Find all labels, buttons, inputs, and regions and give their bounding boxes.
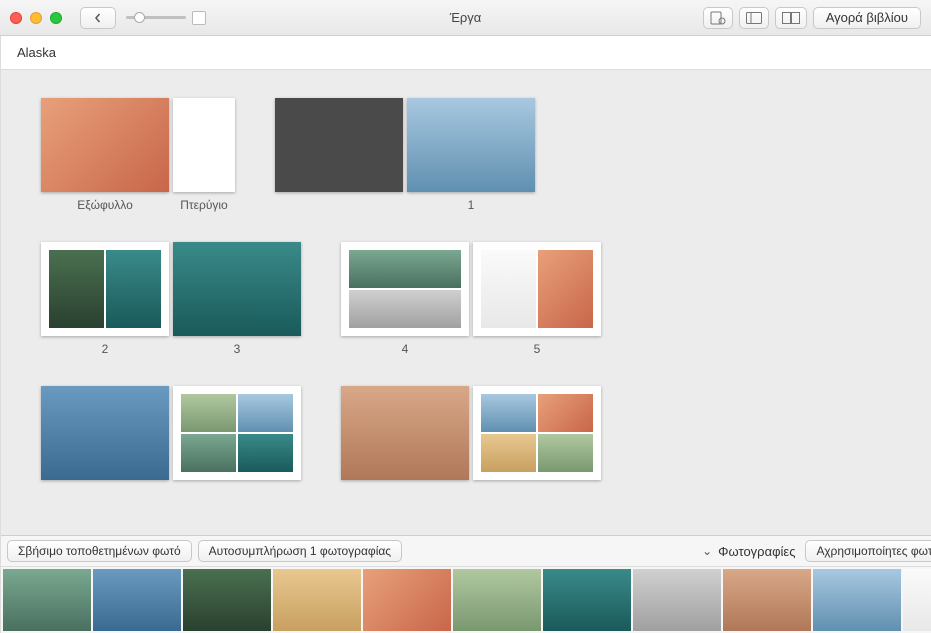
page-7[interactable] [173, 386, 301, 480]
spread-4-5[interactable]: 45 [341, 242, 601, 356]
tray-thumb[interactable] [543, 569, 631, 631]
page-5[interactable] [473, 242, 601, 336]
autofill-button[interactable]: Αυτοσυμπλήρωση 1 φωτογραφίας [198, 540, 402, 562]
page-4[interactable] [341, 242, 469, 336]
tray-thumb[interactable] [93, 569, 181, 631]
tray-thumb[interactable] [633, 569, 721, 631]
tray-thumb[interactable] [453, 569, 541, 631]
project-title: Alaska [17, 45, 56, 60]
page-8[interactable] [341, 386, 469, 480]
content-header: Alaska 22 σελίδες – $52.97 [1, 36, 931, 70]
photo-tray: Σβήσιμο τοποθετημένων φωτό Αυτοσυμπλήρωσ… [1, 535, 931, 633]
layout-split-button[interactable] [739, 7, 769, 29]
tray-thumb[interactable] [363, 569, 451, 631]
page-9[interactable] [473, 386, 601, 480]
page-cover[interactable] [41, 98, 169, 192]
page-flap[interactable] [173, 98, 235, 192]
page-label-1: 1 [407, 198, 535, 212]
page-settings-button[interactable] [703, 7, 733, 29]
page-label-2: 2 [41, 342, 169, 356]
buy-book-button[interactable]: Αγορά βιβλίου [813, 7, 921, 29]
spread-2-3[interactable]: 23 [41, 242, 301, 356]
page-1[interactable] [407, 98, 535, 192]
spread-6-7[interactable] [41, 386, 301, 480]
tray-toolbar: Σβήσιμο τοποθετημένων φωτό Αυτοσυμπλήρωσ… [1, 536, 931, 567]
page-label-cover: Εξώφυλλο [41, 198, 169, 212]
minimize-window-button[interactable] [30, 12, 42, 24]
titlebar: Έργα Αγορά βιβλίου [0, 0, 931, 36]
layout-spread-button[interactable] [775, 7, 807, 29]
page-3[interactable] [173, 242, 301, 336]
page-label-4: 4 [341, 342, 469, 356]
page-2[interactable] [41, 242, 169, 336]
back-button[interactable] [80, 7, 116, 29]
spread-view-icon [782, 12, 800, 24]
spreads-grid[interactable]: Εξώφυλλο Πτερύγιο 1 [1, 70, 931, 535]
spread-8-9[interactable] [341, 386, 601, 480]
fullscreen-window-button[interactable] [50, 12, 62, 24]
tray-thumbnails[interactable] [1, 567, 931, 633]
page-6[interactable] [41, 386, 169, 480]
tray-thumb[interactable] [3, 569, 91, 631]
tray-thumb[interactable] [183, 569, 271, 631]
chevron-left-icon [93, 13, 103, 23]
tray-section-label[interactable]: Φωτογραφίες [698, 544, 799, 559]
spread-0-1[interactable]: 1 [275, 98, 535, 212]
tray-thumb[interactable] [903, 569, 931, 631]
zoom-grid-icon [192, 11, 206, 25]
tray-thumb[interactable] [813, 569, 901, 631]
page-label-5: 5 [473, 342, 601, 356]
page-inside-cover[interactable] [275, 98, 403, 192]
page-label-flap: Πτερύγιο [173, 198, 235, 212]
content-area: Alaska 22 σελίδες – $52.97 Εξώφυλλο Πτερ… [1, 36, 931, 633]
window-controls [10, 12, 62, 24]
split-view-icon [746, 12, 762, 24]
unused-photos-dropdown[interactable]: Αχρησιμοποίητες φωτό [805, 540, 931, 562]
page-gear-icon [710, 11, 726, 25]
page-label-3: 3 [173, 342, 301, 356]
tray-thumb[interactable] [723, 569, 811, 631]
zoom-slider[interactable] [126, 7, 206, 29]
spread-cover[interactable]: Εξώφυλλο Πτερύγιο [41, 98, 235, 212]
clear-placed-button[interactable]: Σβήσιμο τοποθετημένων φωτό [7, 540, 192, 562]
tray-thumb[interactable] [273, 569, 361, 631]
close-window-button[interactable] [10, 12, 22, 24]
